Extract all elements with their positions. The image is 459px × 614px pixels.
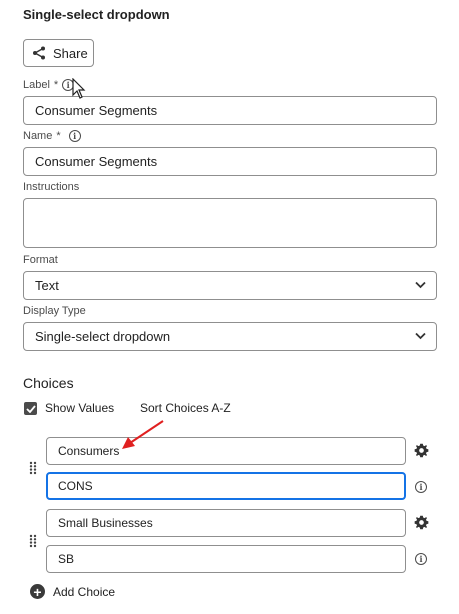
choices-section-title: Choices (23, 375, 74, 391)
label-field-label: Label * i (23, 79, 75, 91)
label-field-label-text: Label (23, 79, 50, 91)
choice-value-input[interactable]: SB (46, 545, 406, 573)
info-icon[interactable]: i (415, 481, 427, 493)
panel-title: Single-select dropdown (23, 7, 170, 22)
add-choice-label: Add Choice (53, 584, 116, 599)
format-label: Format (23, 254, 58, 266)
format-select[interactable]: Text (23, 271, 437, 300)
share-button-label: Share (53, 45, 88, 61)
add-circle-icon: + (30, 584, 45, 599)
drag-handle-icon[interactable] (29, 534, 37, 548)
sort-choices-button[interactable]: Sort Choices A-Z (140, 401, 231, 415)
share-icon (32, 46, 46, 60)
add-choice-button[interactable]: + Add Choice (30, 584, 115, 599)
show-values-checkbox[interactable] (24, 402, 37, 415)
gear-icon[interactable] (414, 515, 429, 530)
display-type-select[interactable]: Single-select dropdown (23, 322, 437, 351)
display-type-label: Display Type (23, 305, 86, 317)
drag-handle-icon[interactable] (29, 461, 37, 475)
label-input[interactable]: Consumer Segments (23, 96, 437, 125)
name-field-label: Name * i (23, 130, 81, 142)
share-button[interactable]: Share (23, 39, 94, 67)
choice-label-input[interactable]: Consumers (46, 437, 406, 465)
name-input[interactable]: Consumer Segments (23, 147, 437, 176)
info-icon[interactable]: i (415, 553, 427, 565)
instructions-label: Instructions (23, 181, 80, 193)
choice-label-input[interactable]: Small Businesses (46, 509, 406, 537)
name-field-label-text: Name (23, 130, 53, 142)
format-select-value: Text (35, 278, 59, 293)
show-values-label[interactable]: Show Values (45, 401, 114, 415)
info-icon[interactable]: i (68, 130, 81, 142)
mouse-cursor-icon (72, 78, 86, 99)
required-marker: * (56, 130, 61, 142)
instructions-textarea[interactable] (23, 198, 437, 248)
choice-value-input[interactable]: CONS (46, 472, 406, 500)
required-marker: * (53, 79, 59, 91)
checkmark-icon (25, 404, 36, 413)
annotation-arrow (122, 420, 164, 449)
gear-icon[interactable] (414, 443, 429, 458)
display-type-select-value: Single-select dropdown (35, 329, 171, 344)
chevron-down-icon (415, 332, 426, 340)
chevron-down-icon (415, 281, 426, 289)
